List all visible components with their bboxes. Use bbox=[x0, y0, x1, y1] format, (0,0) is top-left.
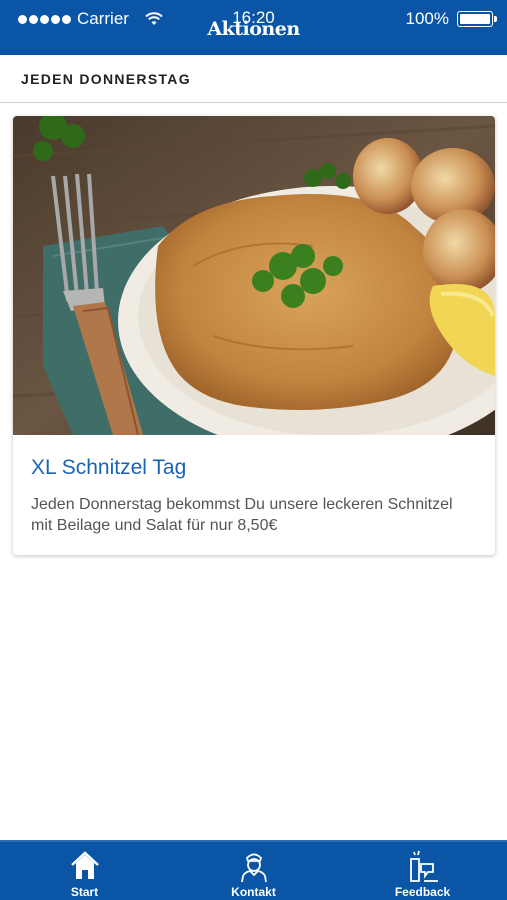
tab-kontakt[interactable]: Kontakt bbox=[194, 842, 314, 900]
status-right: 100% bbox=[405, 9, 497, 29]
top-bar: Carrier 16:20 Aktionen 100% bbox=[0, 0, 507, 55]
tab-label: Kontakt bbox=[231, 885, 276, 899]
tab-bar: Start Kontakt Feedback bbox=[0, 840, 507, 900]
battery-icon bbox=[457, 11, 497, 27]
feedback-icon bbox=[409, 850, 438, 882]
schnitzel-image bbox=[13, 116, 495, 435]
promotion-card[interactable]: XL Schnitzel Tag Jeden Donnerstag bekomm… bbox=[13, 116, 495, 555]
battery-percent: 100% bbox=[405, 9, 449, 28]
section-heading: JEDEN DONNERSTAG bbox=[0, 55, 507, 103]
tab-feedback[interactable]: Feedback bbox=[363, 842, 483, 900]
tab-label: Feedback bbox=[394, 885, 451, 899]
waiter-icon bbox=[240, 853, 267, 883]
tab-label: Start bbox=[70, 885, 99, 899]
card-title: XL Schnitzel Tag bbox=[31, 456, 187, 479]
card-description: Jeden Donnerstag bekommst Du unsere leck… bbox=[31, 496, 453, 534]
home-icon bbox=[70, 851, 99, 879]
tab-start[interactable]: Start bbox=[25, 842, 145, 900]
